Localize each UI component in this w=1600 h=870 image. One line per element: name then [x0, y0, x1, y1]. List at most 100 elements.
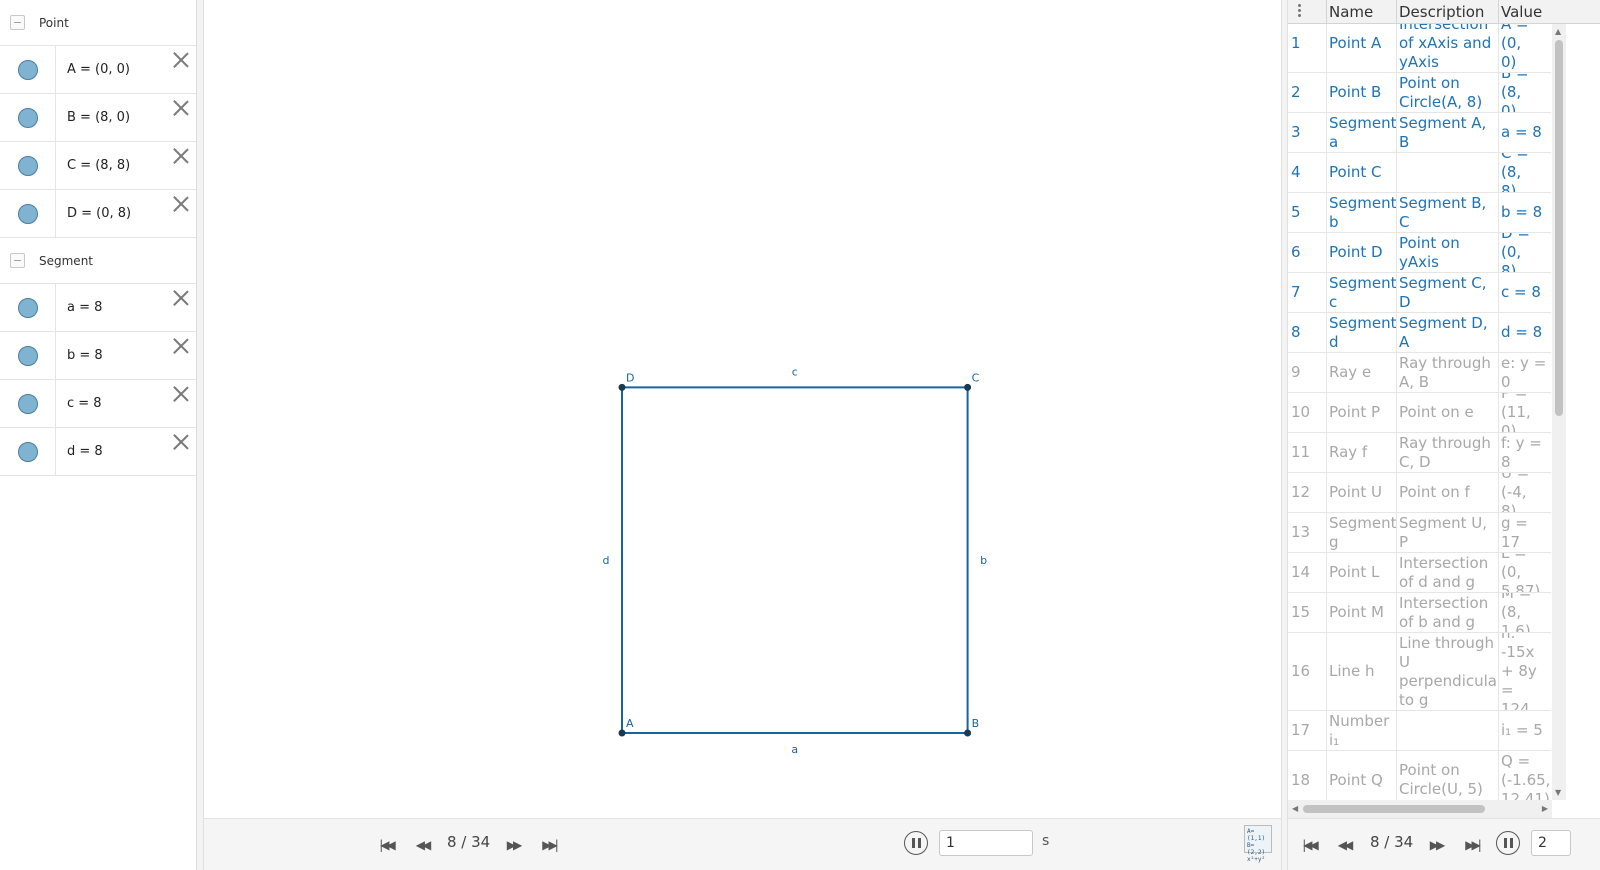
point-A[interactable]	[618, 729, 626, 737]
protocol-row[interactable]: 12 Point U Point on fU = (-4, 8)	[1288, 473, 1551, 513]
view-splitter[interactable]	[197, 0, 204, 870]
header-description[interactable]: Description	[1397, 0, 1499, 24]
collapse-icon[interactable]: −	[10, 253, 25, 268]
algebra-item[interactable]: a = 8	[0, 284, 196, 332]
graphics-view[interactable]: a b c d A B C D	[204, 0, 1281, 818]
protocol-step-number: 13	[1288, 513, 1327, 552]
protocol-step-number: 5	[1288, 193, 1327, 232]
visibility-marble-icon[interactable]	[17, 393, 38, 414]
point-C[interactable]	[964, 383, 972, 391]
collapse-icon[interactable]: −	[10, 15, 25, 30]
delete-icon[interactable]	[171, 194, 191, 214]
visibility-toggle[interactable]	[0, 142, 56, 189]
construction-protocol-icon[interactable]: A=(1,1) B=(2,2) x²+y²	[1244, 825, 1272, 863]
protocol-row[interactable]: 11 Ray f Ray through C, Df: y = 8	[1288, 433, 1551, 473]
last-step-icon[interactable]: ▶▶|	[1461, 836, 1483, 854]
algebra-item[interactable]: d = 8	[0, 428, 196, 476]
scroll-thumb[interactable]	[1555, 40, 1563, 416]
scroll-up-icon[interactable]: ▲	[1555, 27, 1561, 36]
header-name[interactable]: Name	[1327, 0, 1397, 24]
algebra-group-header[interactable]: − Segment	[0, 238, 196, 284]
algebra-item[interactable]: B = (8, 0)	[0, 94, 196, 142]
algebra-group-label: Segment	[39, 253, 93, 268]
algebra-item[interactable]: D = (0, 8)	[0, 190, 196, 238]
step-counter: 8 / 34	[447, 833, 491, 851]
protocol-row[interactable]: 4 Point C C = (8, 8)	[1288, 153, 1551, 193]
previous-step-icon[interactable]: ◀◀	[411, 836, 433, 854]
delete-icon[interactable]	[171, 336, 191, 356]
protocol-row[interactable]: 15 Point M Intersection of b and gM = (8, …	[1288, 593, 1551, 633]
protocol-row[interactable]: 2 Point B Point on Circle(A, 8) B = (8, 0)	[1288, 73, 1551, 113]
protocol-row[interactable]: 9 Ray e Ray through A, Be: y = 0	[1288, 353, 1551, 393]
view-splitter[interactable]	[1281, 0, 1288, 870]
visibility-toggle[interactable]	[0, 190, 56, 237]
visibility-marble-icon[interactable]	[17, 441, 38, 462]
visibility-toggle[interactable]	[0, 284, 56, 331]
protocol-row[interactable]: 5 Segment b Segment B, Cb = 8	[1288, 193, 1551, 233]
first-step-icon[interactable]: |◀◀	[1298, 836, 1320, 854]
visibility-marble-icon[interactable]	[17, 203, 38, 224]
scroll-down-icon[interactable]: ▼	[1555, 788, 1561, 797]
pause-icon[interactable]	[1496, 831, 1520, 855]
protocol-value-cell: D = (0, 8)	[1501, 233, 1530, 272]
pause-icon[interactable]	[904, 831, 928, 855]
first-step-icon[interactable]: |◀◀	[375, 836, 397, 854]
visibility-toggle[interactable]	[0, 332, 56, 379]
algebra-item[interactable]: C = (8, 8)	[0, 142, 196, 190]
visibility-marble-icon[interactable]	[17, 107, 38, 128]
play-speed-input[interactable]: 2	[1531, 830, 1571, 856]
protocol-row[interactable]: 1Point AIntersection of xAxis and yAxisA…	[1288, 24, 1551, 73]
protocol-row[interactable]: 7 Segment c Segment C, Dc = 8	[1288, 273, 1551, 313]
visibility-marble-icon[interactable]	[17, 297, 38, 318]
visibility-marble-icon[interactable]	[17, 59, 38, 80]
previous-step-icon[interactable]: ◀◀	[1333, 836, 1355, 854]
scroll-right-icon[interactable]: ▶	[1542, 804, 1548, 813]
algebra-item[interactable]: c = 8	[0, 380, 196, 428]
visibility-marble-icon[interactable]	[17, 345, 38, 366]
protocol-step-number: 14	[1288, 553, 1327, 592]
last-step-icon[interactable]: ▶▶|	[538, 836, 560, 854]
scroll-thumb[interactable]	[1303, 805, 1485, 813]
visibility-marble-icon[interactable]	[17, 155, 38, 176]
delete-icon[interactable]	[171, 288, 191, 308]
protocol-row[interactable]: 17 Number i₁ i₁ = 5	[1288, 711, 1551, 751]
visibility-toggle[interactable]	[0, 94, 56, 141]
algebra-item[interactable]: A = (0, 0)	[0, 46, 196, 94]
delete-icon[interactable]	[171, 98, 191, 118]
delete-icon[interactable]	[171, 146, 191, 166]
point-D[interactable]	[618, 383, 626, 391]
header-value[interactable]: Value	[1499, 0, 1600, 24]
algebra-item[interactable]: b = 8	[0, 332, 196, 380]
algebra-group-header[interactable]: − Point	[0, 0, 196, 46]
next-step-icon[interactable]: ▶▶	[1425, 836, 1447, 854]
protocol-row[interactable]: 18 Point Q Point on Circle(U, 5) Q = (-1.65…	[1288, 751, 1551, 800]
scroll-left-icon[interactable]: ◀	[1292, 804, 1298, 813]
point-B[interactable]	[964, 729, 972, 737]
visibility-toggle[interactable]	[0, 46, 56, 93]
play-speed-input[interactable]: 1	[939, 830, 1033, 856]
protocol-vertical-scrollbar[interactable]: ▲ ▼	[1552, 24, 1566, 800]
protocol-name-cell: Segment a	[1329, 113, 1397, 152]
protocol-row[interactable]: 13 Segment g Segment U, Pg = 17	[1288, 513, 1551, 553]
delete-icon[interactable]	[171, 50, 191, 70]
protocol-row[interactable]: 8 Segment d Segment D, Ad = 8	[1288, 313, 1551, 353]
protocol-row[interactable]: 3 Segment a Segment A, Ba = 8	[1288, 113, 1551, 153]
point-label-D: D	[626, 371, 634, 384]
graphics-canvas[interactable]: a b c d A B C D	[204, 0, 1281, 818]
next-step-icon[interactable]: ▶▶	[502, 836, 524, 854]
visibility-toggle[interactable]	[0, 428, 56, 475]
visibility-toggle[interactable]	[0, 380, 56, 427]
protocol-step-number: 16	[1288, 633, 1327, 710]
protocol-description-cell: Intersection of xAxis and yAxis	[1397, 24, 1499, 72]
protocol-value-cell: A = (0, 0)	[1501, 24, 1529, 71]
delete-icon[interactable]	[171, 432, 191, 452]
protocol-horizontal-scrollbar[interactable]: ◀ ▶	[1288, 800, 1552, 818]
protocol-description-cell: Point on e	[1397, 393, 1499, 432]
protocol-row[interactable]: 14 Point L Intersection of d and gL = (0, …	[1288, 553, 1551, 593]
protocol-row[interactable]: 10 Point P Point on eP = (11, 0)	[1288, 393, 1551, 433]
segment-label-b: b	[980, 554, 987, 567]
delete-icon[interactable]	[171, 384, 191, 404]
seconds-label: s	[1042, 833, 1050, 849]
protocol-row[interactable]: 16 Line h Line through U perpendicular to …	[1288, 633, 1551, 711]
protocol-row[interactable]: 6 Point D Point on yAxis D = (0, 8)	[1288, 233, 1551, 273]
